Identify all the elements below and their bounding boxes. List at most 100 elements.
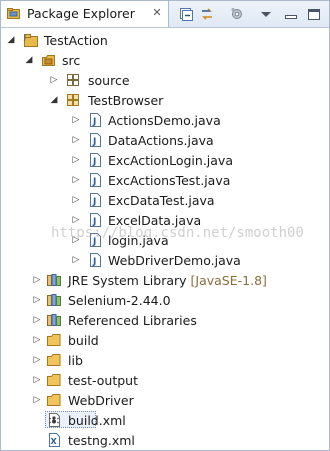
svg-text:J: J	[92, 177, 96, 187]
collapsed-arrow-icon[interactable]: ▷	[70, 130, 82, 150]
java-project-icon: J	[23, 33, 38, 47]
library-icon	[47, 294, 61, 306]
tree-item-java-file[interactable]: ▷ J WebDriverDemo.java	[1, 250, 329, 270]
collapsed-arrow-icon[interactable]: ▷	[70, 170, 82, 190]
java-file-icon: J	[90, 153, 101, 167]
selenium-library-label: Selenium-2.44.0	[68, 293, 171, 308]
svg-text:J: J	[92, 137, 96, 147]
svg-text:J: J	[23, 33, 26, 41]
collapsed-arrow-icon[interactable]: ▷	[70, 110, 82, 130]
folder-icon	[47, 354, 61, 366]
tree-item-folder[interactable]: ▷ test-output	[1, 370, 329, 390]
ant-file-icon	[48, 413, 60, 427]
tree-item-testng-xml[interactable]: X testng.xml	[1, 430, 329, 450]
testng-xml-label: testng.xml	[68, 433, 135, 448]
link-with-editor-icon[interactable]	[199, 6, 215, 22]
project-label: TestAction	[44, 33, 108, 48]
referenced-libraries-label: Referenced Libraries	[68, 313, 197, 328]
view-title-bar: Package Explorer ✕	[1, 1, 329, 28]
collapsed-arrow-icon[interactable]: ▷	[31, 390, 43, 410]
tree-item-java-file[interactable]: ▷ J ExcDataTest.java	[1, 190, 329, 210]
collapsed-arrow-icon[interactable]: ▷	[31, 330, 43, 350]
java-file-label: ExcelData.java	[108, 213, 202, 228]
java-file-icon: J	[90, 113, 101, 127]
svg-text:J: J	[92, 197, 96, 207]
tree-item-folder[interactable]: ▷ lib	[1, 350, 329, 370]
tree-item-folder[interactable]: ▷ WebDriver	[1, 390, 329, 410]
tree-item-source-package[interactable]: ▷ source	[1, 70, 329, 90]
tree-item-java-file[interactable]: ▷ J ActionsDemo.java	[1, 110, 329, 130]
collapsed-arrow-icon[interactable]: ▷	[31, 350, 43, 370]
close-icon[interactable]: ✕	[151, 7, 163, 19]
folder-label: WebDriver	[68, 393, 134, 408]
java-file-label: ExcActionLogin.java	[108, 153, 233, 168]
folder-label: test-output	[68, 373, 138, 388]
folder-icon	[47, 334, 61, 346]
tree-item-project[interactable]: ◢ J TestAction	[1, 30, 329, 50]
tab-title: Package Explorer	[27, 6, 135, 21]
view-settings-icon[interactable]	[229, 6, 245, 22]
collapsed-arrow-icon[interactable]: ▷	[70, 250, 82, 270]
tab-package-explorer[interactable]: Package Explorer ✕	[1, 1, 169, 27]
collapsed-arrow-icon[interactable]: ▷	[70, 210, 82, 230]
tree-item-folder[interactable]: ▷ build	[1, 330, 329, 350]
java-file-icon: J	[90, 133, 101, 147]
svg-text:J: J	[92, 257, 96, 267]
view-menu-icon[interactable]	[258, 6, 274, 22]
folder-label: lib	[68, 353, 83, 368]
java-file-icon: J	[90, 193, 101, 207]
collapsed-arrow-icon[interactable]: ▷	[48, 70, 60, 90]
java-file-label: ExcActionsTest.java	[108, 173, 231, 188]
expanded-arrow-icon[interactable]: ◢	[48, 90, 60, 110]
library-icon	[47, 274, 61, 286]
collapsed-arrow-icon[interactable]: ▷	[31, 310, 43, 330]
java-file-icon: J	[90, 173, 101, 187]
library-icon	[47, 314, 61, 326]
minimize-icon[interactable]	[283, 6, 299, 22]
java-file-label: WebDriverDemo.java	[108, 253, 241, 268]
collapsed-arrow-icon[interactable]: ▷	[70, 190, 82, 210]
collapsed-arrow-icon[interactable]: ▷	[31, 270, 43, 290]
tree-item-build-xml[interactable]: build.xml	[1, 410, 329, 430]
build-xml-label: build.xml	[68, 413, 126, 428]
package-icon	[67, 74, 79, 86]
folder-icon	[47, 394, 61, 406]
xml-file-icon: X	[49, 433, 60, 447]
tree-item-java-file[interactable]: ▷ J DataActions.java	[1, 130, 329, 150]
collapsed-arrow-icon[interactable]: ▷	[70, 150, 82, 170]
maximize-icon[interactable]	[306, 6, 322, 22]
java-file-label: DataActions.java	[108, 133, 214, 148]
expanded-arrow-icon[interactable]: ◢	[5, 30, 17, 50]
collapse-all-icon[interactable]	[178, 6, 194, 22]
tree-item-referenced-libraries[interactable]: ▷ Referenced Libraries	[1, 310, 329, 330]
tree-item-java-file[interactable]: ▷ J ExcActionsTest.java	[1, 170, 329, 190]
collapsed-arrow-icon[interactable]: ▷	[31, 290, 43, 310]
jre-library-name: JRE System Library	[68, 273, 187, 288]
java-file-label: login.java	[108, 233, 169, 248]
package-explorer-icon	[7, 8, 20, 19]
tree-item-selenium-library[interactable]: ▷ Selenium-2.44.0	[1, 290, 329, 310]
java-file-label: ExcDataTest.java	[108, 193, 215, 208]
svg-text:J: J	[92, 237, 96, 247]
source-package-label: source	[88, 73, 130, 88]
collapsed-arrow-icon[interactable]: ▷	[31, 370, 43, 390]
expanded-arrow-icon[interactable]: ◢	[23, 50, 35, 70]
project-tree: ◢ J TestAction ◢ src ▷ source ◢ TestBrow…	[1, 28, 329, 450]
package-icon	[67, 94, 79, 106]
tree-item-jre-library[interactable]: ▷ JRE System Library [JavaSE-1.8]	[1, 270, 329, 290]
svg-text:J: J	[92, 117, 96, 127]
svg-text:J: J	[92, 157, 96, 167]
collapsed-arrow-icon[interactable]: ▷	[70, 230, 82, 250]
tree-item-java-file[interactable]: ▷ J ExcActionLogin.java	[1, 150, 329, 170]
tree-item-java-file[interactable]: ▷ J login.java	[1, 230, 329, 250]
tree-item-src[interactable]: ◢ src	[1, 50, 329, 70]
package-explorer-panel: Package Explorer ✕ ◢ J TestAction ◢ src …	[0, 0, 330, 451]
src-label: src	[62, 53, 81, 68]
testbrowser-package-label: TestBrowser	[88, 93, 164, 108]
tree-item-java-file[interactable]: ▷ J ExcelData.java	[1, 210, 329, 230]
folder-label: build	[68, 333, 99, 348]
tree-item-testbrowser-package[interactable]: ◢ TestBrowser	[1, 90, 329, 110]
folder-icon	[47, 374, 61, 386]
java-file-icon: J	[90, 233, 101, 247]
jre-library-label: JRE System Library [JavaSE-1.8]	[68, 273, 267, 288]
